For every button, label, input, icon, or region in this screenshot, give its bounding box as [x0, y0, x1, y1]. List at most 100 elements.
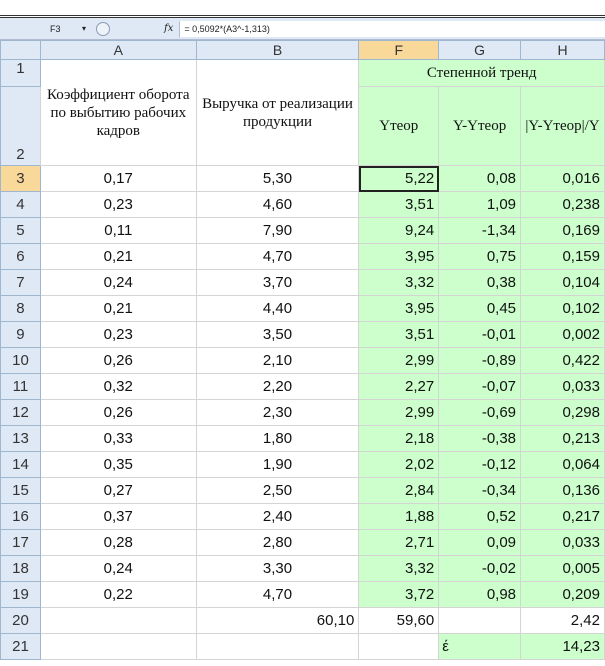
cell-a[interactable]: 0,37 [39, 503, 197, 530]
cell-a-total[interactable] [39, 607, 197, 634]
cell-h[interactable]: 0,217 [520, 503, 605, 530]
row-header[interactable]: 21 [0, 633, 41, 660]
cell-b[interactable]: 3,30 [195, 555, 360, 582]
row-header[interactable]: 1 [0, 59, 41, 87]
cell-b[interactable]: 1,90 [195, 451, 360, 478]
cell-h[interactable]: 0,033 [520, 373, 605, 400]
cell-f[interactable]: 2,02 [358, 451, 440, 478]
cell-b[interactable]: 2,10 [195, 347, 360, 374]
cell-a[interactable]: 0,32 [39, 373, 197, 400]
column-header-f[interactable]: F [358, 40, 440, 60]
header-col-a[interactable]: Коэффициент оборота по выбытию рабочих к… [39, 59, 197, 166]
row-header[interactable]: 13 [0, 425, 41, 452]
header-col-f[interactable]: Yтеор [358, 86, 440, 166]
cell-h[interactable]: 0,016 [520, 165, 605, 192]
column-header-b[interactable]: B [195, 40, 360, 60]
row-header[interactable]: 8 [0, 295, 41, 322]
row-header[interactable]: 4 [0, 191, 41, 218]
cell-b[interactable]: 4,60 [195, 191, 360, 218]
cell-g[interactable]: 0,45 [438, 295, 522, 322]
header-trend-title[interactable]: Степенной тренд [358, 59, 605, 87]
cell-h-error[interactable]: 14,23 [520, 633, 605, 660]
cell-f[interactable]: 2,99 [358, 399, 440, 426]
cell-f[interactable]: 3,51 [358, 321, 440, 348]
cell-g-total[interactable] [438, 607, 522, 634]
cell-f[interactable]: 3,32 [358, 555, 440, 582]
cell-g[interactable]: -0,02 [438, 555, 522, 582]
column-header-g[interactable]: G [438, 40, 522, 60]
cell-f[interactable]: 2,27 [358, 373, 440, 400]
cell-b[interactable]: 5,30 [195, 165, 360, 192]
cell-h[interactable]: 0,064 [520, 451, 605, 478]
cell-f[interactable]: 3,95 [358, 295, 440, 322]
column-header-a[interactable]: A [39, 40, 197, 60]
cell-a[interactable]: 0,35 [39, 451, 197, 478]
chevron-down-icon[interactable]: ▾ [82, 24, 86, 33]
row-header[interactable]: 12 [0, 399, 41, 426]
cell-f[interactable]: 1,88 [358, 503, 440, 530]
cell-g[interactable]: -0,89 [438, 347, 522, 374]
cell-h[interactable]: 0,136 [520, 477, 605, 504]
cell-f-total[interactable]: 59,60 [358, 607, 440, 634]
row-header[interactable]: 9 [0, 321, 41, 348]
cell-a[interactable]: 0,11 [39, 217, 197, 244]
cell-f[interactable]: 3,95 [358, 243, 440, 270]
cell-b[interactable]: 2,50 [195, 477, 360, 504]
cell-h-total[interactable]: 2,42 [520, 607, 605, 634]
cell-b[interactable]: 4,70 [195, 243, 360, 270]
cell-f[interactable]: 2,99 [358, 347, 440, 374]
cell-h[interactable]: 0,102 [520, 295, 605, 322]
cell-f[interactable]: 3,72 [358, 581, 440, 608]
row-header[interactable]: 5 [0, 217, 41, 244]
cell-a[interactable]: 0,23 [39, 321, 197, 348]
cell-b[interactable]: 3,70 [195, 269, 360, 296]
row-header[interactable]: 20 [0, 607, 41, 634]
cell-h[interactable]: 0,169 [520, 217, 605, 244]
cell-g[interactable]: 0,38 [438, 269, 522, 296]
cell-f[interactable]: 2,18 [358, 425, 440, 452]
cell-h[interactable]: 0,104 [520, 269, 605, 296]
header-col-g[interactable]: Y-Yтеор [438, 86, 522, 166]
cell-g[interactable]: -0,69 [438, 399, 522, 426]
row-header[interactable]: 19 [0, 581, 41, 608]
cell-g[interactable]: -0,07 [438, 373, 522, 400]
cell-b[interactable]: 7,90 [195, 217, 360, 244]
row-header[interactable]: 10 [0, 347, 41, 374]
cell-g[interactable]: 0,75 [438, 243, 522, 270]
cell-f[interactable]: 3,51 [358, 191, 440, 218]
cell-a[interactable]: 0,22 [39, 581, 197, 608]
cell-g[interactable]: -0,12 [438, 451, 522, 478]
row-header[interactable]: 17 [0, 529, 41, 556]
cell-h[interactable]: 0,213 [520, 425, 605, 452]
row-header[interactable]: 7 [0, 269, 41, 296]
row-header[interactable]: 2 [0, 86, 41, 166]
cell-a[interactable]: 0,27 [39, 477, 197, 504]
row-header[interactable]: 3 [0, 165, 41, 192]
cell-h[interactable]: 0,209 [520, 581, 605, 608]
cell-g[interactable]: 0,09 [438, 529, 522, 556]
row-header[interactable]: 6 [0, 243, 41, 270]
cell-g-error-label[interactable]: έ [438, 633, 522, 660]
function-icon[interactable]: fx [164, 23, 173, 34]
select-all-corner[interactable] [0, 40, 41, 60]
cancel-icon[interactable] [96, 21, 110, 36]
header-col-h[interactable]: |Y-Yтеор|/Y [520, 86, 605, 166]
cell-b-error[interactable] [195, 633, 360, 660]
cell-f[interactable]: 5,22 [358, 165, 440, 192]
cell-a[interactable]: 0,26 [39, 399, 197, 426]
cell-a[interactable]: 0,24 [39, 269, 197, 296]
column-header-h[interactable]: H [520, 40, 605, 60]
cell-h[interactable]: 0,238 [520, 191, 605, 218]
cell-b[interactable]: 2,30 [195, 399, 360, 426]
cell-b-total[interactable]: 60,10 [195, 607, 360, 634]
header-col-b[interactable]: Выручка от реализации продукции [195, 59, 360, 166]
cell-a[interactable]: 0,33 [39, 425, 197, 452]
cell-f-error[interactable] [358, 633, 440, 660]
cell-h[interactable]: 0,002 [520, 321, 605, 348]
cell-h[interactable]: 0,005 [520, 555, 605, 582]
cell-g[interactable]: -0,38 [438, 425, 522, 452]
cell-f[interactable]: 2,71 [358, 529, 440, 556]
cell-b[interactable]: 3,50 [195, 321, 360, 348]
cell-a[interactable]: 0,23 [39, 191, 197, 218]
cell-b[interactable]: 2,80 [195, 529, 360, 556]
